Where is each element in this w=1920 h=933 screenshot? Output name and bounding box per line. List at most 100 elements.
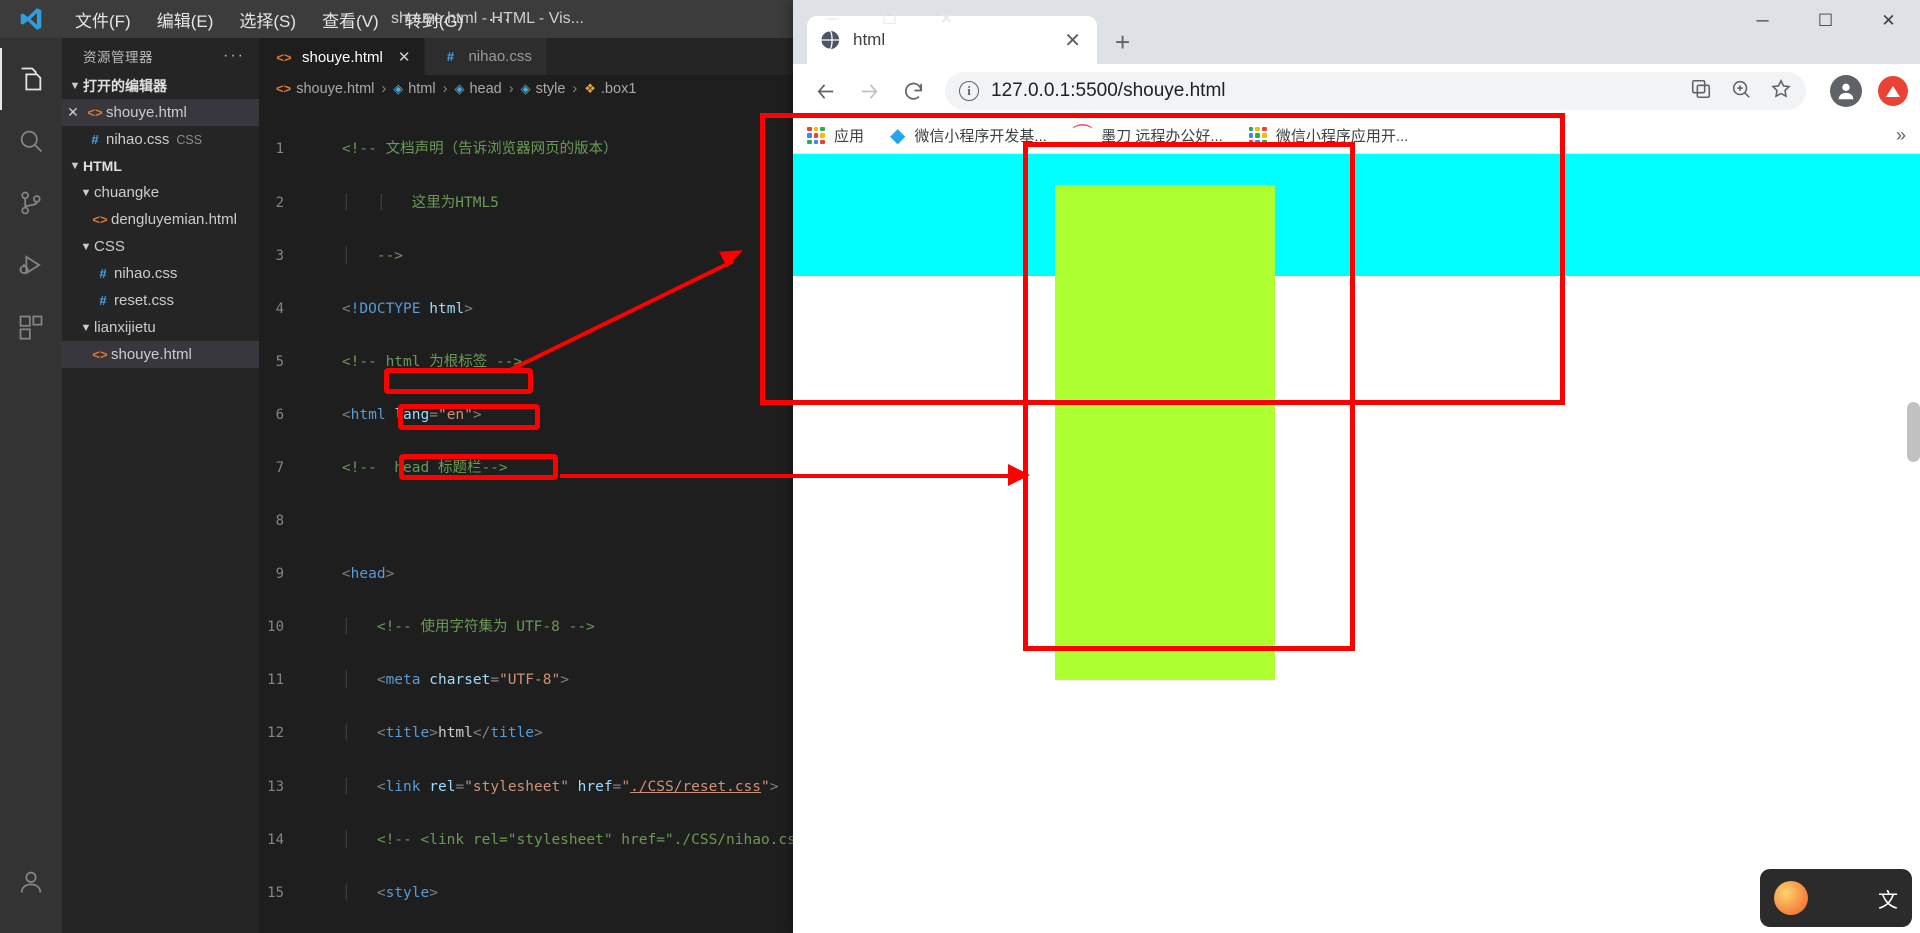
breadcrumb-item-style[interactable]: ◈ style: [521, 81, 566, 97]
line-number: 3: [275, 247, 284, 264]
close-icon[interactable]: ✕: [62, 104, 84, 121]
tree-file-reset-css[interactable]: # reset.css: [62, 287, 259, 314]
bookmark-star-icon[interactable]: [1770, 78, 1792, 105]
run-debug-icon[interactable]: [0, 234, 62, 296]
tree-folder-chuangke[interactable]: ▼ chuangke: [62, 179, 259, 206]
project-section-html[interactable]: ▼ HTML: [62, 153, 259, 179]
widget-translate-icon[interactable]: 文: [1878, 884, 1898, 913]
tab-close-icon[interactable]: ✕: [1060, 28, 1085, 53]
chevron-down-icon: ▼: [69, 160, 81, 172]
translate-icon[interactable]: [1690, 78, 1712, 105]
breadcrumb-item-file[interactable]: <> shouye.html: [276, 81, 374, 97]
line-number: 8: [275, 513, 284, 530]
activity-bar[interactable]: [0, 38, 62, 933]
open-editors-section[interactable]: ▼ 打开的编辑器: [62, 73, 259, 99]
tree-label: lianxijietu: [94, 319, 156, 336]
explorer-title: 资源管理器: [83, 49, 153, 65]
html-file-icon: <>: [87, 105, 103, 120]
forward-arrow-icon[interactable]: [849, 71, 889, 111]
html-file-icon: <>: [92, 212, 108, 227]
chevron-down-icon: ▼: [80, 240, 92, 253]
html-file-icon: <>: [276, 49, 292, 65]
tab-label: nihao.css: [468, 48, 532, 65]
bookmark-modao[interactable]: ⏜ 墨刀 远程办公好...: [1073, 125, 1223, 146]
breadcrumb-separator: ›: [442, 80, 448, 97]
line-number: 2: [275, 194, 284, 211]
menu-more[interactable]: ···: [476, 5, 524, 34]
open-editor-shouye-html[interactable]: ✕ <> shouye.html: [62, 99, 259, 126]
page-scrollbar-thumb[interactable]: [1907, 402, 1920, 462]
floating-widget[interactable]: 文: [1760, 869, 1912, 927]
tree-label: chuangke: [94, 184, 160, 201]
extensions-icon[interactable]: [0, 296, 62, 358]
url-text[interactable]: 127.0.0.1:5500/shouye.html: [991, 80, 1678, 102]
chevron-down-icon: ▼: [80, 321, 92, 334]
bookmarks-overflow-button[interactable]: »: [1896, 125, 1906, 146]
tab-shouye-html[interactable]: <> shouye.html ✕: [259, 38, 426, 75]
tree-label: reset.css: [114, 292, 175, 309]
zoom-icon[interactable]: [1730, 78, 1752, 105]
breadcrumb-separator: ›: [508, 80, 514, 97]
tree-folder-lianxijietu[interactable]: ▼ lianxijietu: [62, 314, 259, 341]
vscode-minimize-button[interactable]: ─: [804, 0, 861, 38]
vscode-window-controls[interactable]: ─ ☐ ✕: [804, 0, 975, 38]
vscode-titlebar: 文件(F) 编辑(E) 选择(S) 查看(V) 转到(G) ··· shouye…: [0, 0, 975, 38]
breadcrumb-item-box1[interactable]: ❖ .box1: [584, 81, 636, 97]
back-arrow-icon[interactable]: [805, 71, 845, 111]
chrome-minimize-button[interactable]: ─: [1731, 0, 1794, 42]
page-scrollbar-track[interactable]: [1907, 154, 1920, 933]
address-bar[interactable]: i 127.0.0.1:5500/shouye.html: [945, 72, 1806, 110]
bookmarks-bar[interactable]: 应用 ◆ 微信小程序开发基... ⏜ 墨刀 远程办公好... 微信小程序应用开.…: [793, 118, 1920, 154]
new-tab-button[interactable]: +: [1115, 29, 1130, 55]
tree-file-dengluyemian-html[interactable]: <> dengluyemian.html: [62, 206, 259, 233]
open-editor-ext: CSS: [176, 132, 203, 147]
profile-avatar-icon[interactable]: [1830, 75, 1862, 107]
extension-icon[interactable]: [1878, 76, 1908, 106]
chrome-close-button[interactable]: ✕: [1857, 0, 1920, 42]
line-number: 4: [275, 300, 284, 317]
tree-file-shouye-html[interactable]: <> shouye.html: [62, 341, 259, 368]
line-number: 7: [275, 459, 284, 476]
site-info-icon[interactable]: i: [959, 81, 979, 101]
bookmark-wechat-dev[interactable]: ◆ 微信小程序开发基...: [890, 125, 1047, 146]
menu-view[interactable]: 查看(V): [309, 2, 392, 37]
search-icon[interactable]: [0, 110, 62, 172]
omnibox-actions[interactable]: [1690, 78, 1792, 105]
chrome-window-controls[interactable]: ─ ☐ ✕: [1731, 0, 1920, 64]
menu-select[interactable]: 选择(S): [226, 2, 309, 37]
colored-grid-icon: [1248, 126, 1267, 145]
breadcrumb-label: html: [408, 80, 436, 97]
explorer-more-button[interactable]: ···: [223, 47, 253, 65]
vscode-maximize-button[interactable]: ☐: [861, 0, 918, 38]
bookmark-apps[interactable]: 应用: [807, 125, 864, 146]
html-file-icon: <>: [276, 81, 292, 96]
menu-file[interactable]: 文件(F): [62, 2, 144, 37]
chevron-down-icon: ▼: [69, 80, 81, 92]
open-editor-nihao-css[interactable]: # nihao.css CSS: [62, 126, 259, 153]
account-icon[interactable]: [0, 851, 62, 913]
tab-nihao-css[interactable]: # nihao.css: [425, 38, 547, 75]
blue-diamond-icon: ◆: [890, 124, 906, 147]
breadcrumb-item-html[interactable]: ◈ html: [393, 81, 435, 97]
bookmark-wechat-app-dev[interactable]: 微信小程序应用开...: [1248, 125, 1408, 146]
explorer-sidebar: 资源管理器 ··· ▼ 打开的编辑器 ✕ <> shouye.html # ni…: [62, 38, 259, 933]
open-editors-label: 打开的编辑器: [83, 78, 167, 94]
reload-icon[interactable]: [893, 71, 933, 111]
explorer-icon[interactable]: [0, 48, 62, 110]
menu-goto[interactable]: 转到(G): [392, 2, 477, 37]
menu-edit[interactable]: 编辑(E): [144, 2, 227, 37]
css-file-icon: #: [91, 132, 99, 147]
tree-folder-css[interactable]: ▼ CSS: [62, 233, 259, 260]
chrome-maximize-button[interactable]: ☐: [1794, 0, 1857, 42]
source-control-icon[interactable]: [0, 172, 62, 234]
project-label: HTML: [83, 158, 122, 174]
tab-close-icon[interactable]: ✕: [398, 48, 411, 66]
vscode-menubar[interactable]: 文件(F) 编辑(E) 选择(S) 查看(V) 转到(G) ···: [62, 2, 524, 37]
tree-file-nihao-css[interactable]: # nihao.css: [62, 260, 259, 287]
breadcrumb-item-head[interactable]: ◈ head: [454, 81, 501, 97]
modao-icon: ⏜: [1072, 124, 1093, 147]
vscode-close-button[interactable]: ✕: [918, 0, 975, 38]
screen-root: 文件(F) 编辑(E) 选择(S) 查看(V) 转到(G) ··· shouye…: [0, 0, 1920, 933]
breadcrumb-label: .box1: [600, 80, 637, 97]
line-number: 11: [267, 672, 284, 689]
